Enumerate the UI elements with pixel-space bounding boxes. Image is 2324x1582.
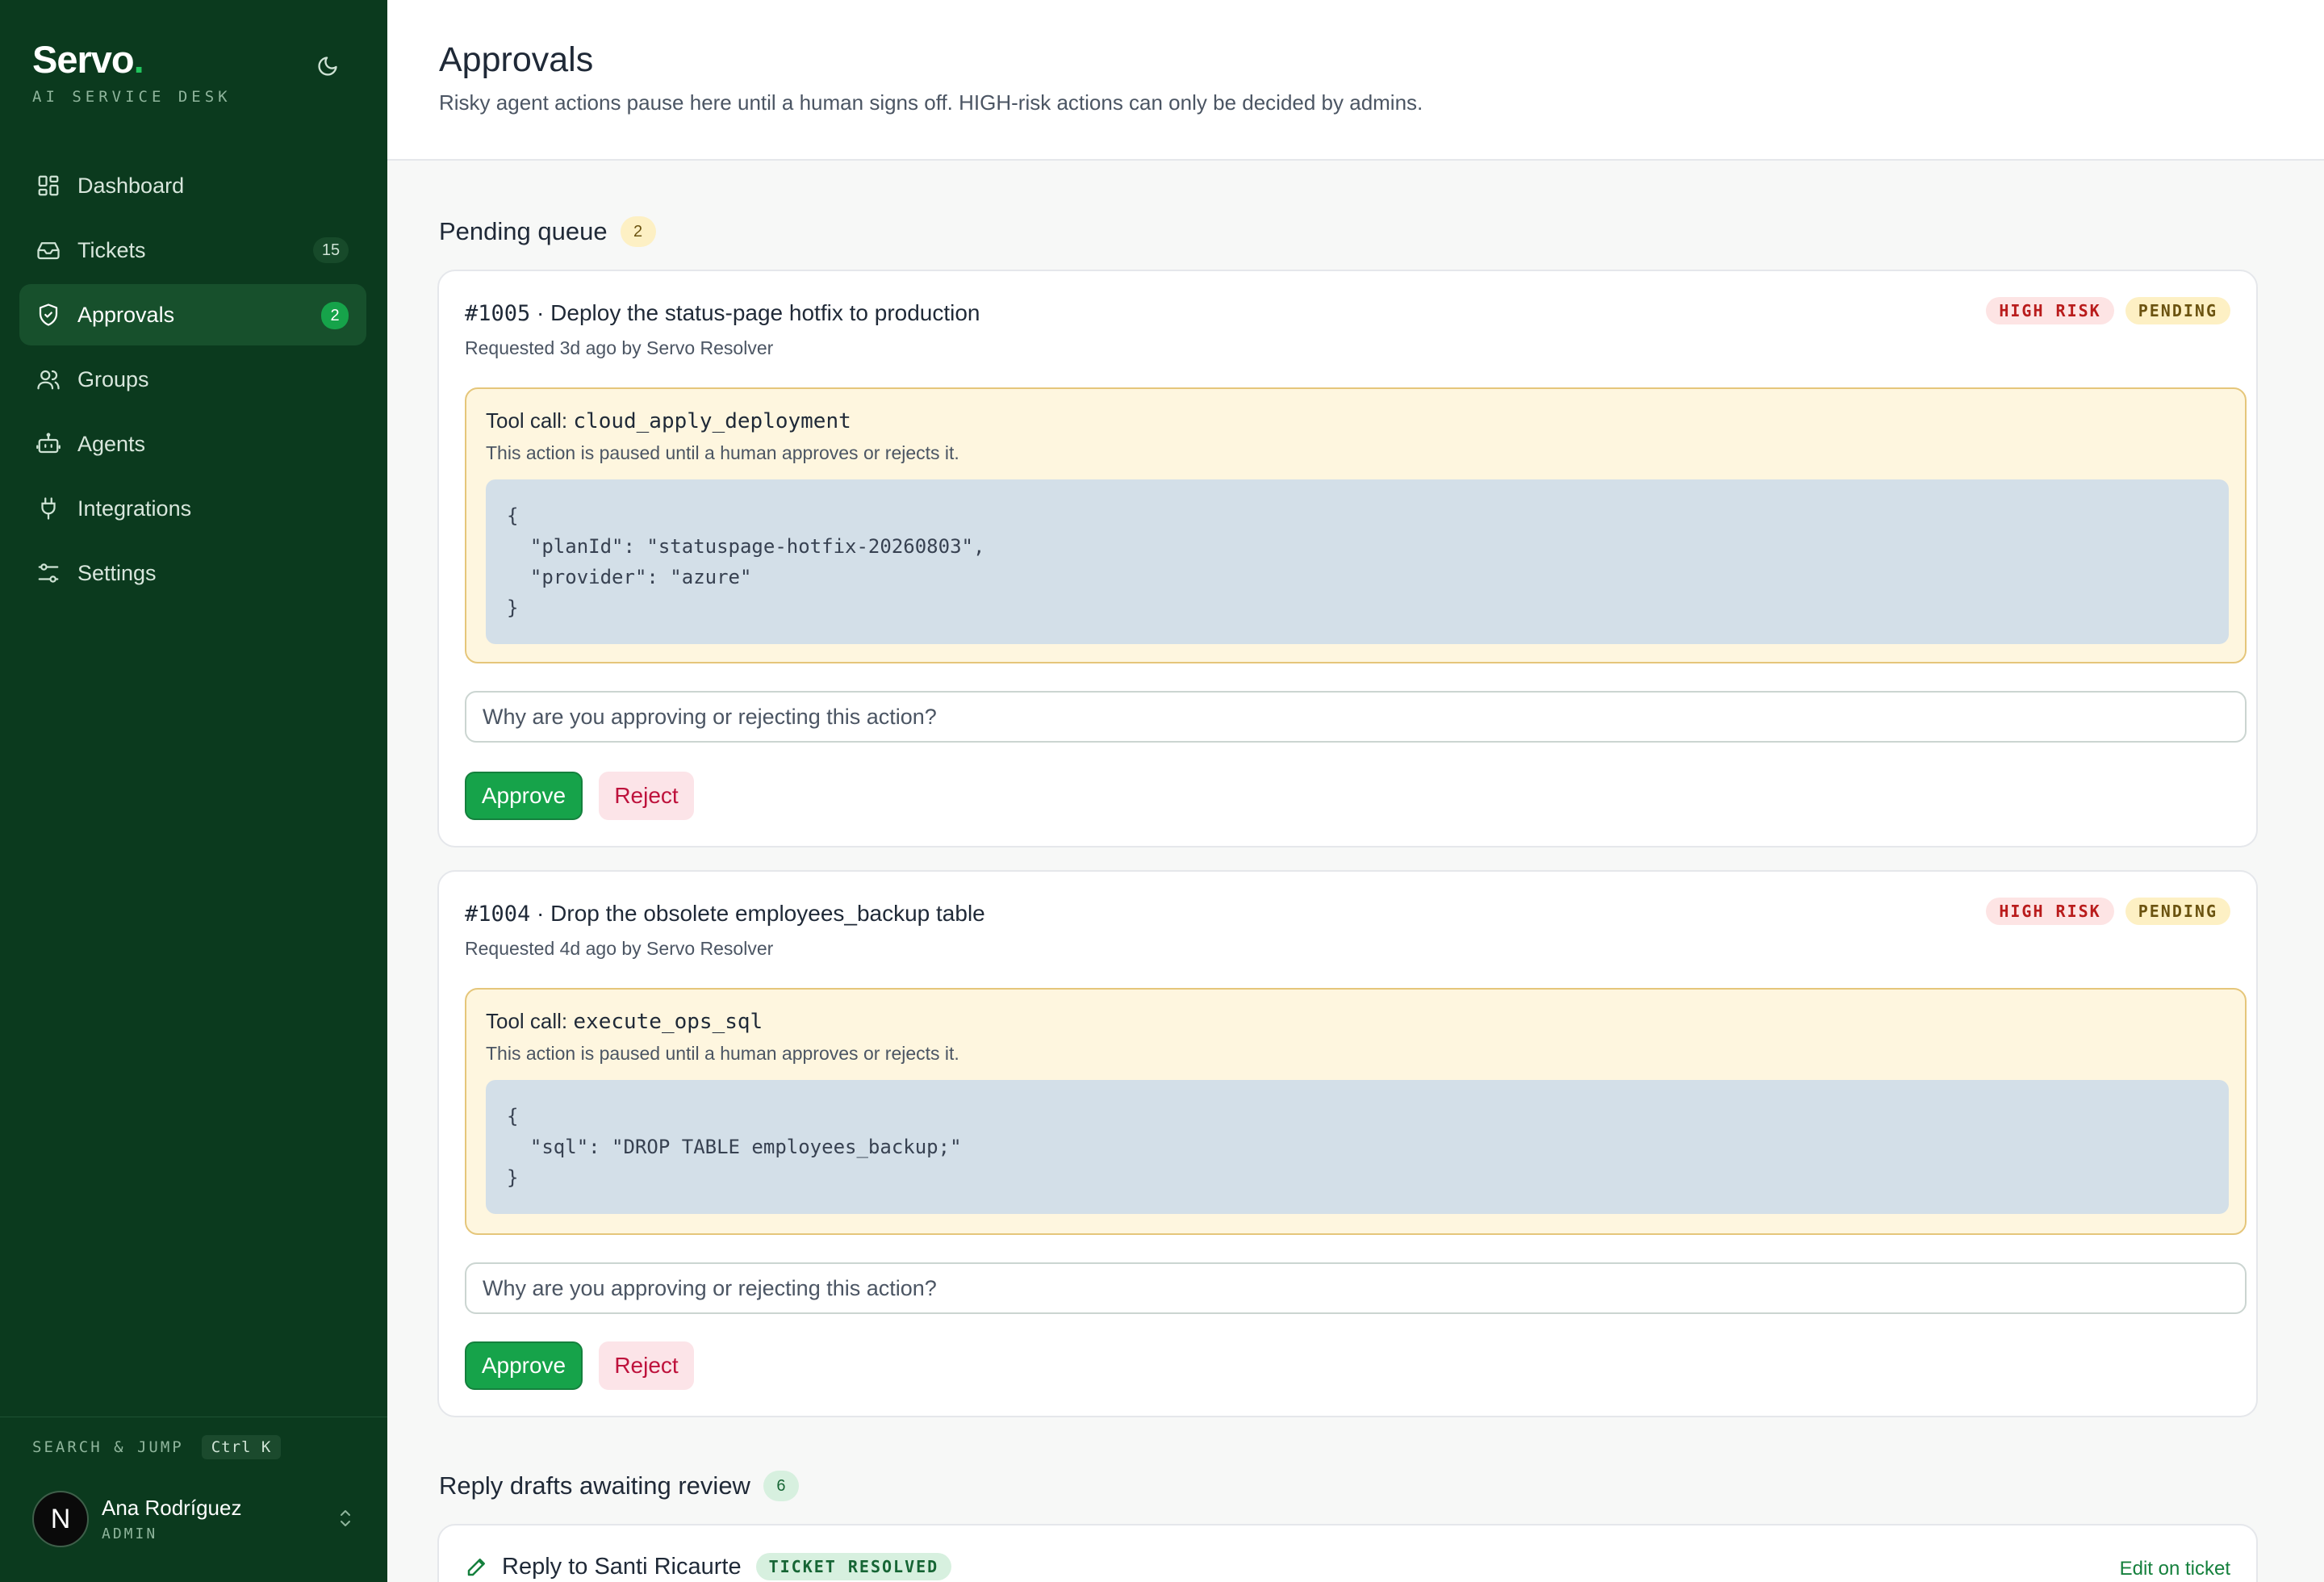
inbox-icon <box>36 237 61 263</box>
approval-meta: Requested 4d ago by Servo Resolver <box>465 938 774 959</box>
reply-drafts-title: Reply drafts awaiting review <box>439 1471 750 1500</box>
brand-subtitle: AI SERVICE DESK <box>32 88 232 106</box>
user-menu[interactable]: N Ana Rodríguez ADMIN <box>32 1490 355 1548</box>
bot-icon <box>36 431 61 457</box>
tool-arguments-code: { "sql": "DROP TABLE employees_backup;" … <box>486 1080 2229 1214</box>
edit-on-ticket-link[interactable]: Edit on ticket <box>2120 1558 2230 1580</box>
sidebar-item-agents[interactable]: Agents <box>19 413 366 475</box>
sidebar-item-integrations[interactable]: Integrations <box>19 478 366 539</box>
reason-input[interactable] <box>465 691 2247 743</box>
sidebar-item-label: Groups <box>77 366 149 391</box>
tool-call-box: Tool call: execute_ops_sql This action i… <box>465 988 2247 1235</box>
approval-meta: Requested 3d ago by Servo Resolver <box>465 337 774 358</box>
approve-button[interactable]: Approve <box>465 772 583 820</box>
approve-button[interactable]: Approve <box>465 1341 583 1390</box>
tickets-count-badge: 15 <box>313 237 349 263</box>
reject-button[interactable]: Reject <box>599 1341 694 1390</box>
draft-title: Reply to Santi Ricaurte <box>502 1553 742 1580</box>
users-icon <box>36 366 61 392</box>
sidebar: Servo. AI SERVICE DESK Dashboard Tickets… <box>0 0 387 1582</box>
plug-icon <box>36 496 61 521</box>
sidebar-item-label: Dashboard <box>77 173 185 198</box>
tool-call-title: Tool call: cloud_apply_deployment <box>486 408 851 433</box>
tool-name: cloud_apply_deployment <box>573 409 851 433</box>
theme-toggle-button[interactable] <box>311 50 344 82</box>
page-title: Approvals <box>439 40 594 79</box>
sidebar-item-dashboard[interactable]: Dashboard <box>19 155 366 216</box>
title-separator: · <box>530 300 551 325</box>
badge-group: HIGH RISK PENDING <box>1975 297 2230 324</box>
risk-badge: HIGH RISK <box>1986 297 2114 324</box>
shortcut-kbd: Ctrl K <box>201 1435 282 1459</box>
sliders-icon <box>36 560 61 586</box>
user-name: Ana Rodríguez <box>102 1496 242 1520</box>
ticket-number: #1004 <box>465 902 531 927</box>
sidebar-item-label: Tickets <box>77 237 146 262</box>
tool-call-box: Tool call: cloud_apply_deployment This a… <box>465 387 2247 663</box>
reason-input[interactable] <box>465 1262 2247 1314</box>
page-header: Approvals Risky agent actions pause here… <box>387 0 2324 161</box>
tool-arguments-code: { "planId": "statuspage-hotfix-20260803"… <box>486 479 2229 644</box>
user-role: ADMIN <box>102 1526 158 1542</box>
sidebar-item-groups[interactable]: Groups <box>19 349 366 410</box>
avatar: N <box>32 1491 89 1547</box>
approval-card-1004: #1004 · Drop the obsolete employees_back… <box>437 870 2258 1417</box>
approval-title: #1004 · Drop the obsolete employees_back… <box>465 901 985 927</box>
brand[interactable]: Servo. AI SERVICE DESK <box>32 37 232 106</box>
approvals-count-badge: 2 <box>321 302 349 329</box>
reply-draft-card: Reply to Santi Ricaurte TICKET RESOLVED … <box>437 1524 2258 1582</box>
tool-call-prefix: Tool call: <box>486 408 574 433</box>
drafts-count-badge: 6 <box>763 1471 799 1501</box>
approval-card-1005: #1005 · Deploy the status-page hotfix to… <box>437 270 2258 848</box>
sidebar-nav: Dashboard Tickets 15 Approvals 2 Groups <box>19 155 366 607</box>
search-jump-label: SEARCH & JUMP <box>32 1438 184 1456</box>
page-subtitle: Risky agent actions pause here until a h… <box>439 90 1423 115</box>
sidebar-item-label: Integrations <box>77 496 192 521</box>
tool-name: execute_ops_sql <box>573 1010 763 1034</box>
tool-call-prefix: Tool call: <box>486 1009 574 1033</box>
pending-queue-heading: Pending queue 2 <box>439 216 656 247</box>
approval-title: #1005 · Deploy the status-page hotfix to… <box>465 300 980 326</box>
sidebar-item-tickets[interactable]: Tickets 15 <box>19 220 366 281</box>
pending-queue-title: Pending queue <box>439 217 608 245</box>
draft-row: Reply to Santi Ricaurte TICKET RESOLVED <box>465 1553 952 1580</box>
ticket-number: #1005 <box>465 301 531 326</box>
tool-call-note: This action is paused until a human appr… <box>486 442 959 463</box>
badge-group: HIGH RISK PENDING <box>1975 898 2230 925</box>
brand-logo: Servo. <box>32 38 144 81</box>
moon-icon <box>318 56 337 76</box>
tool-call-note: This action is paused until a human appr… <box>486 1043 959 1064</box>
risk-badge: HIGH RISK <box>1986 898 2114 925</box>
reject-button[interactable]: Reject <box>599 772 694 820</box>
sidebar-item-approvals[interactable]: Approvals 2 <box>19 284 366 345</box>
reply-drafts-heading: Reply drafts awaiting review 6 <box>439 1471 799 1501</box>
sidebar-item-settings[interactable]: Settings <box>19 542 366 604</box>
sidebar-item-label: Agents <box>77 431 146 456</box>
pending-count-badge: 2 <box>620 216 656 247</box>
sidebar-item-label: Settings <box>77 560 157 585</box>
tool-call-title: Tool call: execute_ops_sql <box>486 1009 763 1034</box>
main-content: Approvals Risky agent actions pause here… <box>387 0 2324 1582</box>
chevron-up-down-icon <box>336 1506 355 1534</box>
status-badge: PENDING <box>2125 297 2230 324</box>
dashboard-icon <box>36 173 61 199</box>
sidebar-item-label: Approvals <box>77 302 175 327</box>
pencil-icon <box>465 1555 489 1579</box>
title-separator: · <box>530 901 551 926</box>
status-badge: PENDING <box>2125 898 2230 925</box>
shield-check-icon <box>36 302 61 328</box>
approval-title-text: Drop the obsolete employees_backup table <box>550 901 985 926</box>
ticket-status-badge: TICKET RESOLVED <box>755 1553 952 1580</box>
search-jump-button[interactable]: SEARCH & JUMP Ctrl K <box>32 1435 282 1459</box>
approval-title-text: Deploy the status-page hotfix to product… <box>550 300 980 325</box>
